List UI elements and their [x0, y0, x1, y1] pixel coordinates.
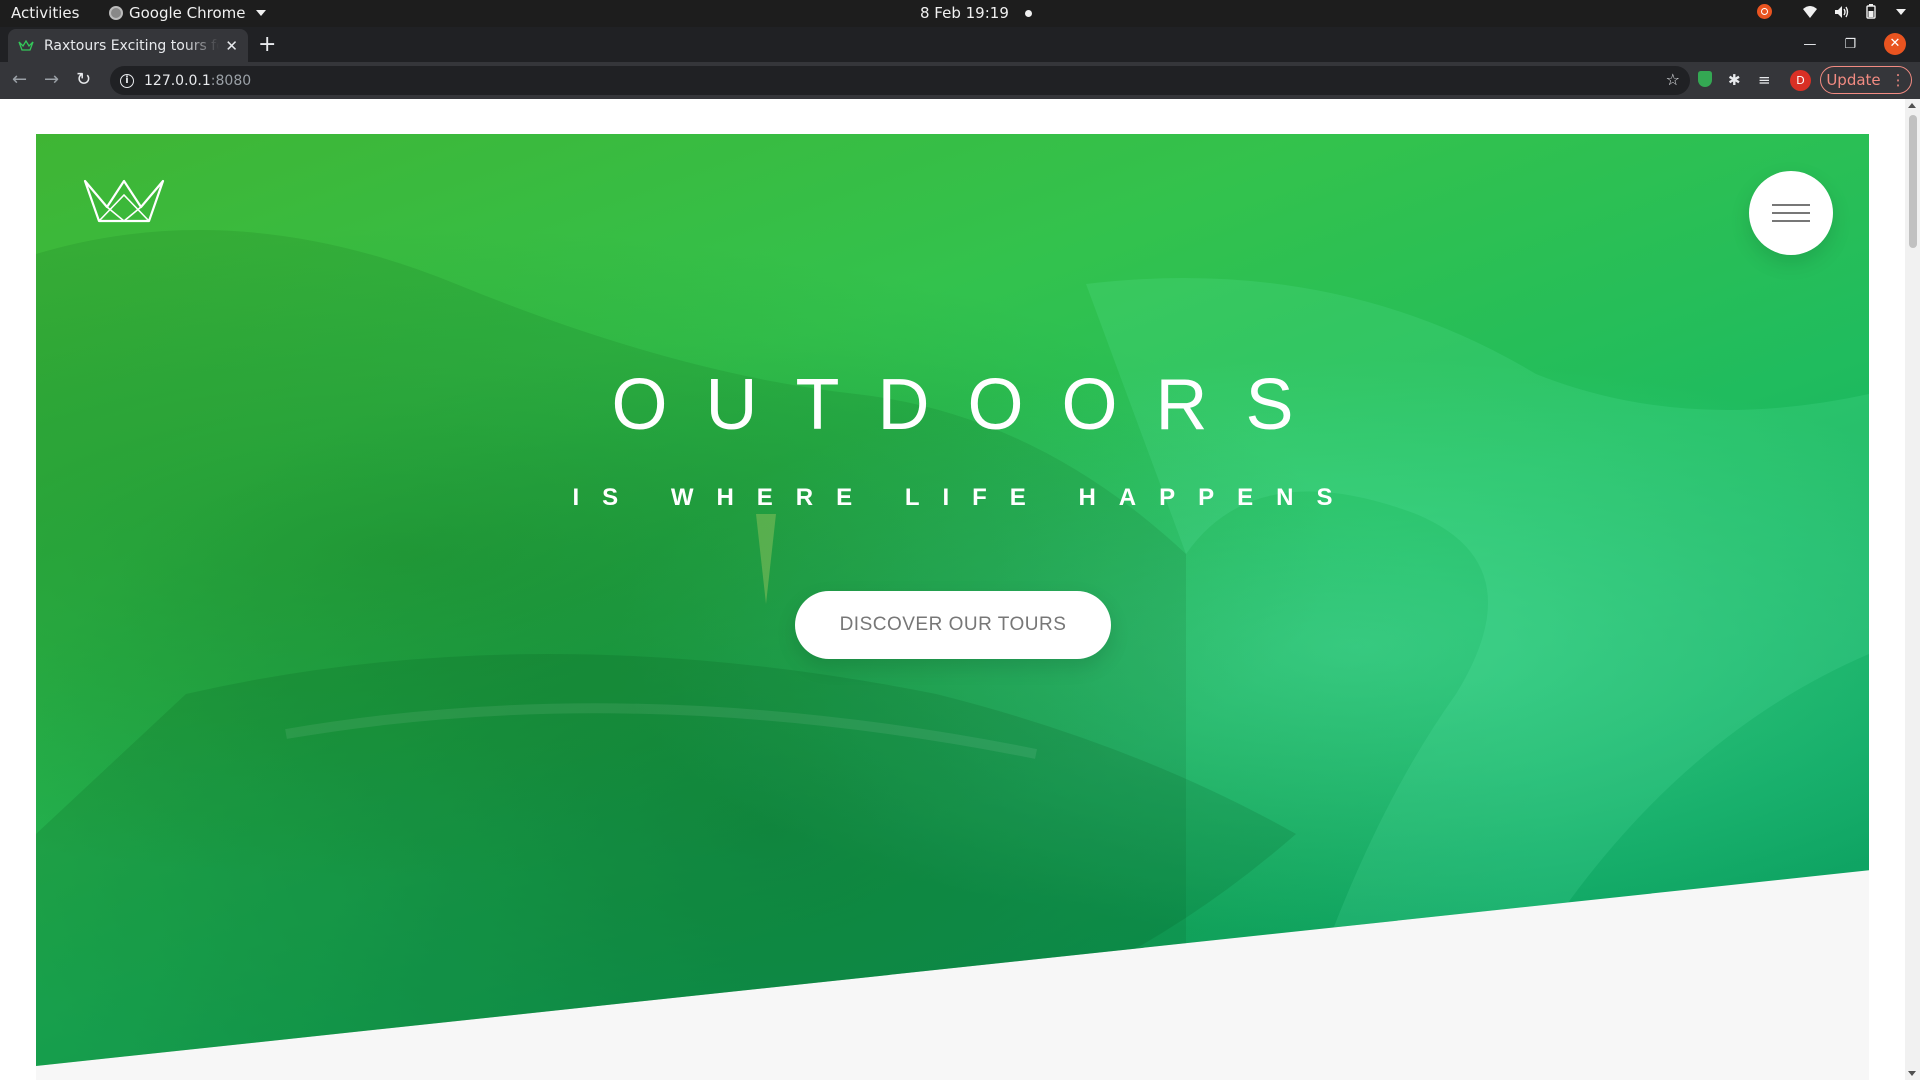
shield-extension-icon[interactable] — [1698, 71, 1712, 87]
url-port: :8080 — [210, 72, 252, 89]
os-top-bar: Activities Google Chrome 8 Feb 19:19 — [0, 0, 1920, 27]
menu-line — [1772, 212, 1810, 214]
hamburger-menu-button[interactable] — [1749, 171, 1833, 255]
browser-tab[interactable]: Raxtours Exciting tours for adventurous … — [8, 29, 248, 62]
clock[interactable]: 8 Feb 19:19 — [920, 4, 1032, 22]
browser-toolbar: ← → ↻ i 127.0.0.1 :8080 ☆ ✱ ≡ D Update ⋮ — [0, 62, 1920, 99]
more-vertical-icon: ⋮ — [1890, 71, 1906, 89]
hero-title: OUTDOORS — [611, 365, 1332, 445]
notification-dot-icon — [1024, 9, 1032, 17]
app-name: Google Chrome — [129, 4, 246, 22]
clock-text: 8 Feb 19:19 — [920, 4, 1009, 22]
close-window-button[interactable]: ✕ — [1884, 33, 1906, 55]
profile-avatar[interactable]: D — [1790, 70, 1811, 91]
page-scrollbar[interactable] — [1905, 99, 1920, 1080]
battery-icon — [1866, 4, 1876, 19]
system-tray[interactable] — [1757, 4, 1906, 19]
page-viewport: OUTDOORS IS WHERE LIFE HAPPENS DISCOVER … — [0, 99, 1920, 1080]
ubuntu-updates-icon[interactable] — [1757, 4, 1772, 19]
crown-logo-icon[interactable] — [83, 179, 165, 223]
volume-icon — [1835, 5, 1849, 18]
app-menu[interactable]: Google Chrome — [109, 4, 266, 22]
hero-subtitle: IS WHERE LIFE HAPPENS — [572, 484, 1356, 511]
update-button[interactable]: Update ⋮ — [1820, 66, 1912, 94]
new-tab-button[interactable]: + — [258, 32, 276, 57]
restore-button[interactable]: ❐ — [1844, 37, 1856, 52]
reload-icon[interactable]: ↻ — [76, 69, 91, 90]
puzzle-extensions-icon[interactable]: ✱ — [1728, 71, 1741, 89]
discover-tours-button[interactable]: DISCOVER OUR TOURS — [795, 591, 1111, 659]
scroll-thumb[interactable] — [1909, 115, 1917, 248]
menu-line — [1772, 220, 1810, 222]
minimize-button[interactable]: — — [1803, 37, 1816, 52]
bookmark-star-icon[interactable]: ☆ — [1666, 70, 1680, 89]
chevron-down-icon — [255, 10, 266, 16]
back-arrow-icon[interactable]: ← — [12, 69, 27, 90]
url-host: 127.0.0.1 — [144, 72, 211, 89]
menu-line — [1772, 204, 1810, 206]
activities-button[interactable]: Activities — [11, 4, 79, 22]
scroll-up-arrow-icon[interactable] — [1908, 103, 1916, 108]
forward-arrow-icon[interactable]: → — [44, 69, 59, 90]
crown-logo-icon — [18, 39, 34, 51]
window-controls: — ❐ ✕ — [1803, 33, 1906, 55]
tab-title: Raxtours Exciting tours for adventurous … — [44, 37, 219, 54]
scroll-down-arrow-icon[interactable] — [1908, 1071, 1916, 1076]
chrome-icon — [109, 6, 123, 20]
close-icon[interactable]: ✕ — [225, 37, 238, 55]
address-bar[interactable]: i 127.0.0.1 :8080 ☆ — [110, 66, 1690, 95]
update-label: Update — [1826, 71, 1881, 89]
tab-strip: Raxtours Exciting tours for adventurous … — [0, 27, 1920, 62]
wifi-icon — [1803, 5, 1817, 18]
media-queue-icon[interactable]: ≡ — [1758, 71, 1771, 89]
chevron-down-icon — [1896, 8, 1906, 15]
site-info-icon[interactable]: i — [120, 73, 134, 88]
